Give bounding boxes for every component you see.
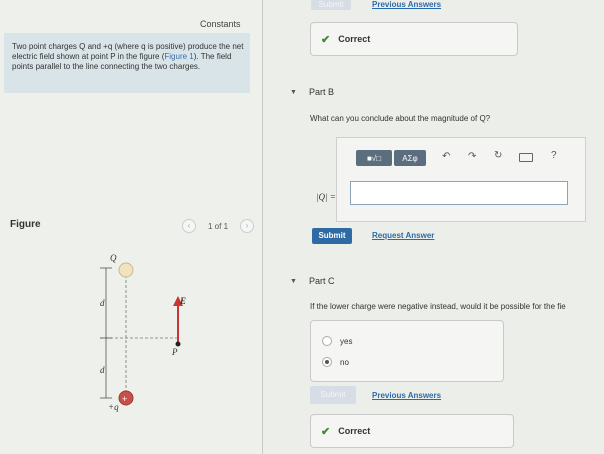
option-yes-label: yes bbox=[340, 336, 353, 346]
part-a-feedback-text: Correct bbox=[338, 34, 371, 44]
plus-sign: + bbox=[122, 394, 127, 404]
previous-figure-button[interactable]: ‹ bbox=[182, 219, 196, 233]
label-d-top: d bbox=[100, 298, 105, 308]
part-c-question: If the lower charge were negative instea… bbox=[310, 302, 566, 311]
charge-Q bbox=[118, 262, 134, 278]
part-c-title: Part C bbox=[308, 276, 335, 286]
part-b-question: What can you conclude about the magnitud… bbox=[310, 114, 491, 123]
templates-button[interactable]: ■√□ bbox=[356, 150, 392, 166]
part-c-feedback: ✔ Correct bbox=[310, 414, 514, 448]
charge-field-figure: + bbox=[100, 262, 183, 406]
magnitude-Q-input[interactable] bbox=[350, 181, 568, 205]
point-P bbox=[175, 341, 181, 347]
part-a-previous-answers-link[interactable]: Previous Answers bbox=[372, 0, 441, 9]
radio-yes[interactable] bbox=[322, 336, 332, 346]
part-c-header[interactable]: ▼ Part C bbox=[290, 276, 334, 286]
request-answer-link[interactable]: Request Answer bbox=[372, 231, 434, 240]
collapse-triangle-icon: ▼ bbox=[290, 277, 297, 285]
part-c-feedback-text: Correct bbox=[338, 426, 371, 436]
part-a-feedback: ✔ Correct bbox=[310, 22, 518, 56]
option-no-label: no bbox=[340, 357, 349, 367]
next-figure-button[interactable]: › bbox=[240, 219, 255, 233]
keyboard-icon[interactable] bbox=[519, 153, 533, 162]
collapse-triangle-icon: ▼ bbox=[290, 88, 297, 96]
figure-page-indicator: 1 of 1 bbox=[208, 221, 229, 231]
part-c-options bbox=[310, 320, 504, 382]
part-b-submit-button[interactable]: Submit bbox=[312, 228, 352, 244]
greek-symbols-button[interactable]: ΑΣφ bbox=[394, 150, 426, 166]
help-button[interactable]: ? bbox=[551, 150, 557, 161]
part-c-previous-answers-link[interactable]: Previous Answers bbox=[372, 391, 441, 400]
label-Q: Q bbox=[110, 253, 117, 263]
radio-no[interactable] bbox=[322, 357, 332, 367]
part-a-submit-button[interactable]: Submit bbox=[311, 0, 351, 10]
part-c-submit-button[interactable]: Submit bbox=[310, 386, 356, 404]
redo-icon[interactable]: ↷ bbox=[468, 151, 476, 162]
checkmark-icon: ✔ bbox=[321, 425, 331, 438]
checkmark-icon: ✔ bbox=[321, 33, 331, 46]
reset-icon[interactable]: ↻ bbox=[494, 150, 502, 161]
label-plus-q: +q bbox=[108, 402, 119, 412]
figure-link[interactable]: Figure 1 bbox=[164, 52, 193, 61]
option-no[interactable]: no bbox=[322, 357, 349, 367]
option-yes[interactable]: yes bbox=[322, 336, 352, 346]
figure-pager: ‹ 1 of 1 › bbox=[182, 219, 255, 233]
label-P: P bbox=[172, 347, 178, 357]
undo-icon[interactable]: ↶ bbox=[442, 151, 450, 162]
figure-heading: Figure bbox=[10, 219, 41, 230]
label-E: E bbox=[180, 296, 187, 306]
answer-label: |Q| = bbox=[316, 192, 336, 202]
problem-statement: Two point charges Q and +q (where q is p… bbox=[12, 42, 246, 72]
part-b-title: Part B bbox=[308, 87, 334, 97]
label-d-bottom: d bbox=[100, 365, 105, 375]
part-b-header[interactable]: ▼ Part B bbox=[290, 87, 334, 97]
constants-link[interactable]: Constants bbox=[200, 19, 241, 29]
